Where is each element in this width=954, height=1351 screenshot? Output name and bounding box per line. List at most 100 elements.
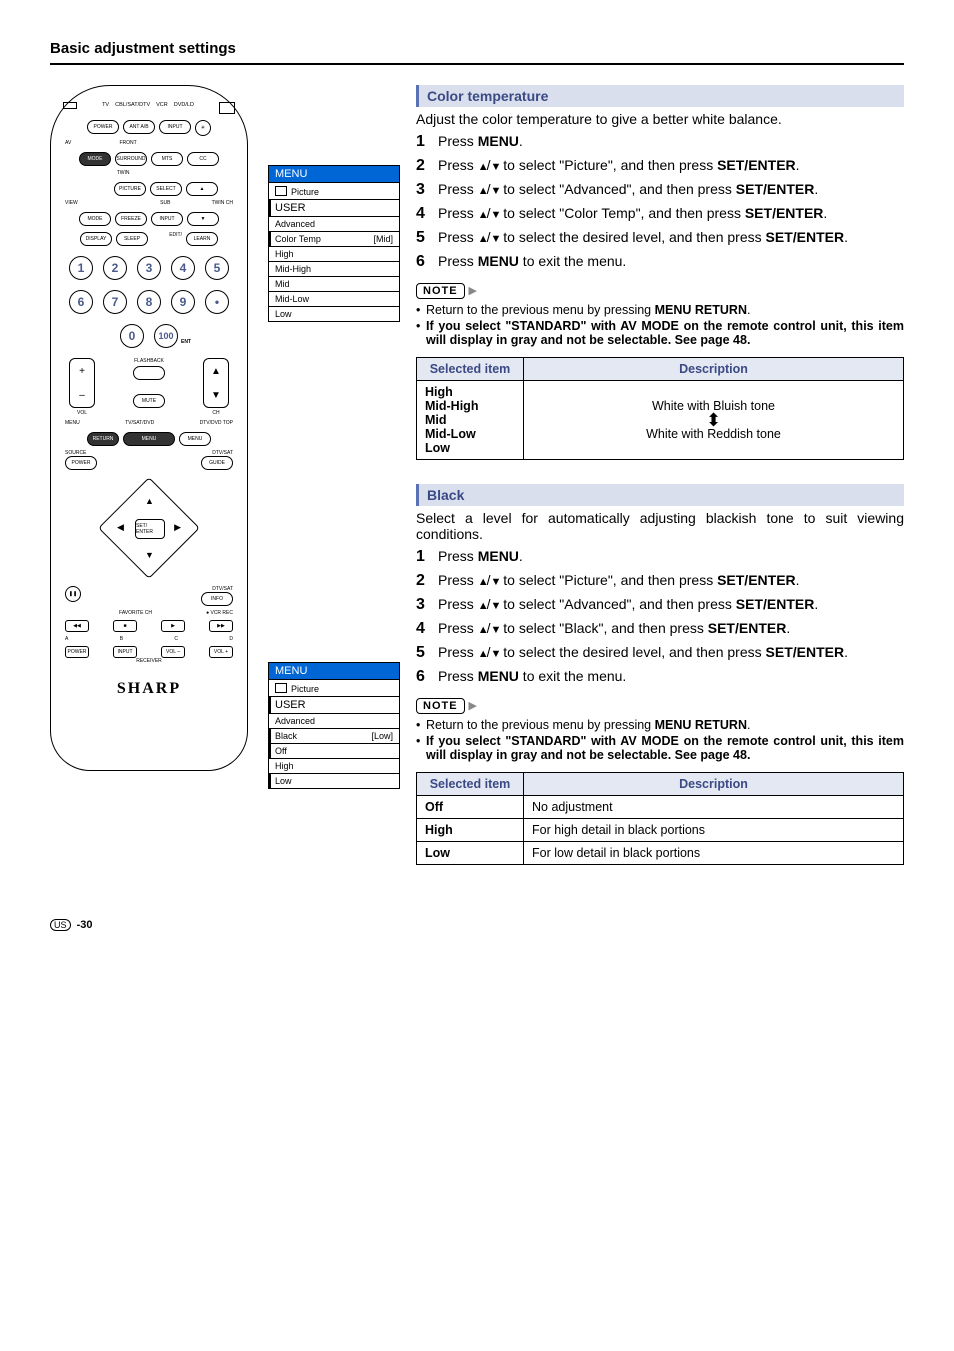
viewmode-button[interactable]: MODE: [79, 212, 111, 226]
osd-option: Off: [269, 743, 399, 758]
battery-icon: [219, 102, 235, 114]
mute-button[interactable]: MUTE: [133, 394, 165, 408]
remote-control: TV CBL/SAT/DTV VCR DVD/LD POWER ANT A/B …: [50, 85, 248, 771]
osd-item: Color Temp[Mid]: [269, 231, 399, 246]
ant-button[interactable]: ANT A/B: [123, 120, 155, 134]
num-1-button[interactable]: 1: [69, 256, 93, 280]
vol-rocker[interactable]: +–: [69, 358, 95, 408]
osd-title: MENU: [269, 663, 399, 679]
flashback-button[interactable]: [133, 366, 165, 380]
notes-list: Return to the previous menu by pressing …: [416, 303, 904, 347]
up-button[interactable]: ▲: [186, 182, 218, 196]
table-header: Selected item: [417, 773, 524, 796]
table-cell: High: [417, 819, 524, 842]
step: 5Press ▲/▼ to select the desired level, …: [416, 229, 904, 247]
note-label: NOTE: [416, 698, 465, 714]
menu-top-button[interactable]: MENU: [179, 432, 211, 446]
num-0-button[interactable]: 0: [120, 324, 144, 348]
mode-label: CBL/SAT/DTV: [115, 102, 150, 108]
menu-return-button[interactable]: RETURN: [87, 432, 119, 446]
recv-input-button[interactable]: INPUT: [113, 646, 137, 658]
page-footer: US -30: [50, 919, 904, 931]
mode-label: TV: [102, 102, 109, 108]
steps-list: 1Press MENU. 2Press ▲/▼ to select "Pictur…: [416, 133, 904, 271]
num-4-button[interactable]: 4: [171, 256, 195, 280]
black-table: Selected item Description OffNo adjustme…: [416, 772, 904, 865]
step: 3Press ▲/▼ to select "Advanced", and the…: [416, 181, 904, 199]
osd-option: High: [269, 246, 399, 261]
osd-option: High: [269, 758, 399, 773]
num-2-button[interactable]: 2: [103, 256, 127, 280]
input-button[interactable]: INPUT: [159, 120, 191, 134]
light-button[interactable]: ✳: [195, 120, 211, 136]
table-header: Description: [524, 358, 904, 381]
note-label: NOTE: [416, 283, 465, 299]
step: 6Press MENU to exit the menu.: [416, 668, 904, 686]
title-rule: [50, 63, 904, 65]
section-intro: Select a level for automatically adjusti…: [416, 510, 904, 542]
osd-option: Mid-Low: [269, 291, 399, 306]
osd-option: Mid: [269, 276, 399, 291]
brand-logo: SHARP: [59, 680, 239, 698]
recv-volup-button[interactable]: VOL +: [209, 646, 233, 658]
step: 1Press MENU.: [416, 548, 904, 566]
num-100-button[interactable]: 100ENT: [154, 324, 178, 348]
rew-button[interactable]: ◀◀: [65, 620, 89, 632]
num-5-button[interactable]: 5: [205, 256, 229, 280]
osd-option: Low: [269, 306, 399, 321]
num-9-button[interactable]: 9: [171, 290, 195, 314]
freeze-button[interactable]: FREEZE: [115, 212, 147, 226]
pause-button[interactable]: ❚❚: [65, 586, 81, 602]
recv-voldown-button[interactable]: VOL –: [161, 646, 185, 658]
avmode-button[interactable]: MODE: [79, 152, 111, 166]
mode-label: DVD/LD: [174, 102, 194, 108]
table-cell: Low: [417, 842, 524, 865]
osd-user: USER: [269, 199, 399, 216]
receiver-label: RECEIVER: [59, 658, 239, 664]
play-button[interactable]: ▶: [161, 620, 185, 632]
note-item: If you select "STANDARD" with AV MODE on…: [416, 319, 904, 347]
table-cell: For low detail in black portions: [524, 842, 904, 865]
info-button[interactable]: INFO: [201, 592, 233, 606]
menu-button[interactable]: MENU: [123, 432, 175, 446]
ff-button[interactable]: ▶▶: [209, 620, 233, 632]
step: 2Press ▲/▼ to select "Picture", and then…: [416, 157, 904, 175]
surround-button[interactable]: SURROUND: [115, 152, 147, 166]
src-power-button[interactable]: POWER: [65, 456, 97, 470]
number-pad: 1 2 3 4 5 6 7 8 9 • 0 100ENT: [59, 256, 239, 348]
note-item: Return to the previous menu by pressing …: [416, 718, 904, 732]
ch-rocker[interactable]: ▲▼: [203, 358, 229, 408]
set-enter-button[interactable]: SET/ ENTER: [135, 519, 165, 539]
osd-color-temp: MENU Picture USER Advanced Color Temp[Mi…: [268, 165, 400, 322]
display-button[interactable]: DISPLAY: [80, 232, 112, 246]
power-button[interactable]: POWER: [87, 120, 119, 134]
num-dot-button[interactable]: •: [205, 290, 229, 314]
note-item: Return to the previous menu by pressing …: [416, 303, 904, 317]
dpad[interactable]: ▲ ▼ ◀ ▶ SET/ ENTER: [99, 478, 199, 578]
mts-button[interactable]: MTS: [151, 152, 183, 166]
step: 3Press ▲/▼ to select "Advanced", and the…: [416, 596, 904, 614]
down-button[interactable]: ▼: [187, 212, 219, 226]
note-arrow-icon: ▶: [468, 700, 476, 712]
stop-button[interactable]: ■: [113, 620, 137, 632]
learn-button[interactable]: LEARN: [186, 232, 218, 246]
step: 1Press MENU.: [416, 133, 904, 151]
picture-button[interactable]: PICTURE: [114, 182, 146, 196]
osd-advanced: Advanced: [269, 216, 399, 231]
subinput-button[interactable]: INPUT: [151, 212, 183, 226]
num-3-button[interactable]: 3: [137, 256, 161, 280]
table-cell: White with Bluish tone ⬍ White with Redd…: [524, 381, 904, 460]
guide-button[interactable]: GUIDE: [201, 456, 233, 470]
sleep-button[interactable]: SLEEP: [116, 232, 148, 246]
edit-label: EDIT/: [152, 232, 182, 246]
select-button[interactable]: SELECT: [150, 182, 182, 196]
num-7-button[interactable]: 7: [103, 290, 127, 314]
num-8-button[interactable]: 8: [137, 290, 161, 314]
osd-item: Black[Low]: [269, 728, 399, 743]
recv-power-button[interactable]: POWER: [65, 646, 89, 658]
cc-button[interactable]: CC: [187, 152, 219, 166]
step: 4Press ▲/▼ to select "Color Temp", and t…: [416, 205, 904, 223]
steps-list: 1Press MENU.2Press ▲/▼ to select "Pictur…: [416, 548, 904, 686]
osd-black: MENU Picture USER Advanced Black[Low] Of…: [268, 662, 400, 789]
num-6-button[interactable]: 6: [69, 290, 93, 314]
